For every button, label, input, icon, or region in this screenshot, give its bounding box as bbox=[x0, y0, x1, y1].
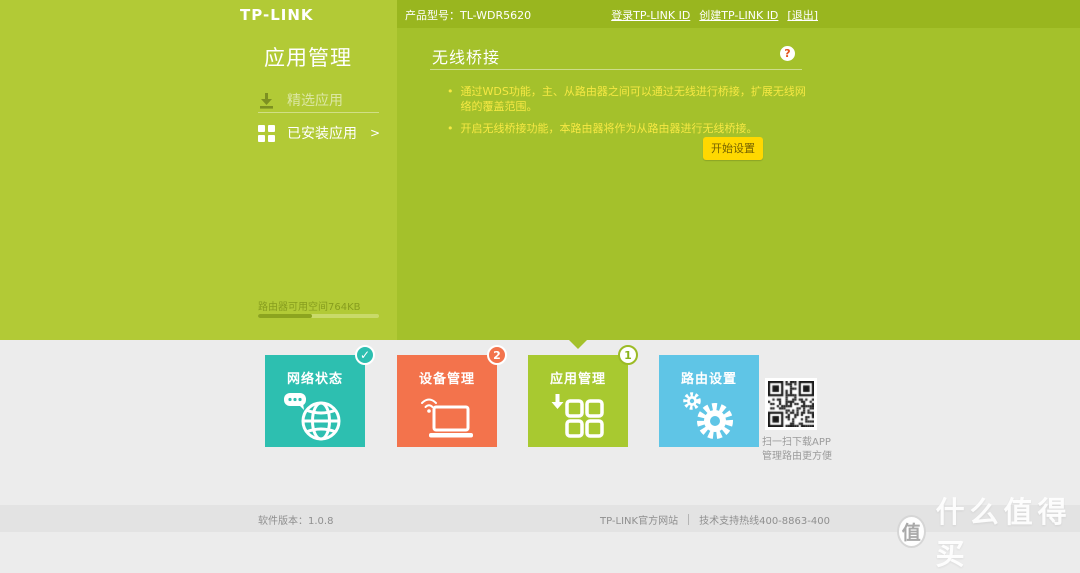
check-badge: ✓ bbox=[355, 345, 375, 365]
sidebar-item-featured-apps[interactable]: 精选应用 bbox=[258, 87, 380, 113]
chevron-right-icon: > bbox=[369, 126, 380, 140]
qr-caption-line1: 扫一扫下载APP bbox=[762, 437, 831, 448]
sidebar-item-label: 精选应用 bbox=[287, 93, 343, 109]
support-hotline-label: 技术支持热线400-8863-400 bbox=[699, 516, 830, 527]
sidebar-item-installed-apps[interactable]: 已安装应用 > bbox=[258, 120, 380, 146]
active-tab-pointer bbox=[569, 340, 587, 349]
create-tplink-id-link[interactable]: 创建TP-LINK ID bbox=[699, 7, 778, 23]
description-list: • 通过WDS功能，主、从路由器之间可以通过无线进行桥接，扩展无线网络的覆盖范围… bbox=[447, 84, 807, 143]
product-model-label: 产品型号：TL-WDR5620 bbox=[405, 9, 532, 22]
tile-app-management[interactable]: 1 应用管理 bbox=[528, 345, 638, 447]
storage-label: 路由器可用空间764KB bbox=[258, 302, 361, 313]
list-item: • 开启无线桥接功能，本路由器将作为从路由器进行无线桥接。 bbox=[447, 121, 807, 136]
bullet-text: 开启无线桥接功能，本路由器将作为从路由器进行无线桥接。 bbox=[460, 122, 758, 135]
apps-download-icon bbox=[528, 387, 628, 447]
bullet-text: 通过WDS功能，主、从路由器之间可以通过无线进行桥接，扩展无线网络的覆盖范围。 bbox=[460, 85, 806, 113]
gears-icon bbox=[659, 387, 759, 447]
storage-progress-fill bbox=[258, 314, 313, 318]
grid-icon bbox=[258, 124, 275, 142]
page-title: 无线桥接 bbox=[432, 48, 501, 67]
official-site-link[interactable]: TP-LINK官方网站 bbox=[600, 512, 678, 527]
tile-label: 应用管理 bbox=[549, 372, 606, 387]
software-version-label: 软件版本：1.0.8 bbox=[258, 516, 334, 527]
download-icon bbox=[258, 92, 275, 109]
storage-progressbar bbox=[258, 314, 379, 318]
laptop-wifi-icon bbox=[397, 387, 497, 447]
footer-divider bbox=[688, 514, 690, 525]
tplink-logo: TP-LINK bbox=[240, 6, 314, 24]
tile-network-status[interactable]: ✓ 网络状态 bbox=[265, 345, 375, 447]
tile-device-management[interactable]: 2 设备管理 bbox=[397, 345, 507, 447]
tile-router-settings[interactable]: 路由设置 bbox=[659, 355, 759, 447]
qr-caption-line2: 管理路由更方便 bbox=[762, 451, 832, 462]
list-item: • 通过WDS功能，主、从路由器之间可以通过无线进行桥接，扩展无线网络的覆盖范围… bbox=[447, 84, 807, 114]
tile-label: 路由设置 bbox=[680, 372, 737, 387]
globe-chat-icon bbox=[265, 387, 365, 447]
title-divider bbox=[430, 69, 802, 70]
help-icon[interactable]: ? bbox=[780, 46, 795, 61]
logout-link[interactable]: [退出] bbox=[787, 7, 818, 23]
footer-right: TP-LINK官方网站 技术支持热线400-8863-400 bbox=[600, 512, 830, 527]
count-badge: 1 bbox=[618, 345, 638, 365]
bullet-icon: • bbox=[447, 122, 454, 135]
account-links: 登录TP-LINK ID 创建TP-LINK ID [退出] bbox=[611, 7, 818, 23]
bullet-icon: • bbox=[447, 85, 454, 98]
sidebar-item-label: 已安装应用 bbox=[287, 126, 357, 142]
count-badge: 2 bbox=[487, 345, 507, 365]
sidebar-title: 应用管理 bbox=[264, 46, 352, 70]
tile-label: 网络状态 bbox=[286, 372, 343, 387]
main-panel: 产品型号：TL-WDR5620 无线桥接 ? • 通过WDS功能，主、从路由器之… bbox=[397, 0, 1080, 340]
sidebar-divider bbox=[258, 112, 379, 113]
login-tplink-id-link[interactable]: 登录TP-LINK ID bbox=[611, 7, 690, 23]
footer-bar: 软件版本：1.0.8 TP-LINK官方网站 技术支持热线400-8863-40… bbox=[0, 505, 1080, 532]
sidebar: TP-LINK 应用管理 精选应用 已安装应用 > 路由器可用空间764KB bbox=[0, 0, 397, 340]
tile-label: 设备管理 bbox=[418, 372, 475, 387]
qr-code bbox=[765, 378, 817, 430]
start-setup-button[interactable]: 开始设置 bbox=[703, 137, 763, 160]
